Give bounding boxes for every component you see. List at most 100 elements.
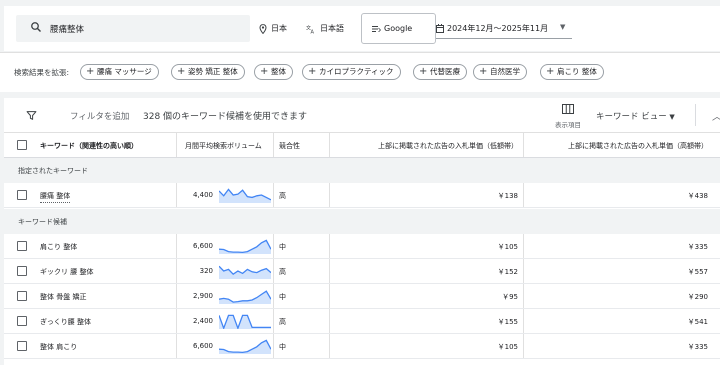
bid-high-value: ￥335 <box>687 343 708 351</box>
keyword-row[interactable]: ぎっくり腰 整体 2,400 高 ￥155 ￥541 <box>4 309 720 334</box>
row-checkbox[interactable] <box>17 341 27 351</box>
column-divider <box>176 309 177 333</box>
column-divider <box>523 284 524 308</box>
chip-label: 肩こり 整体 <box>557 67 597 76</box>
keyword-text: 整体 肩こり <box>40 343 78 351</box>
trend-chart <box>218 263 272 281</box>
bid-low-value: ￥95 <box>502 293 518 301</box>
group-header-specified: 指定されたキーワード <box>4 158 720 183</box>
column-divider <box>273 183 274 207</box>
keyword-search-input[interactable]: 腰痛整体 <box>16 15 250 42</box>
date-range-selector[interactable]: 2024年12月〜2025年11月 <box>436 23 548 34</box>
chip-label: 腰痛 マッサージ <box>97 67 152 76</box>
search-volume: 2,400 <box>192 317 213 325</box>
search-volume: 4,400 <box>192 191 213 199</box>
expand-chip[interactable]: + カイロプラクティック <box>302 64 401 80</box>
expand-chip[interactable]: + 腰痛 マッサージ <box>80 64 159 80</box>
row-checkbox[interactable] <box>17 266 27 276</box>
columns-icon <box>562 104 574 114</box>
dropdown-arrow-icon[interactable]: ▼ <box>560 23 565 31</box>
column-divider <box>523 259 524 283</box>
expand-chip[interactable]: + 自然医学 <box>473 64 527 80</box>
keyword-row[interactable]: 肩こり 整体 6,600 中 ￥105 ￥335 <box>4 234 720 259</box>
network-label: Google <box>384 24 413 33</box>
keyword-text: 整体 骨盤 矯正 <box>40 293 87 301</box>
filter-icon[interactable] <box>26 110 37 123</box>
location-selector[interactable]: 日本 <box>259 23 287 34</box>
bid-high-value: ￥541 <box>687 318 708 326</box>
search-network-selector[interactable]: Google <box>361 13 436 44</box>
column-divider <box>329 234 330 258</box>
view-label: キーワード ビュー <box>596 112 667 122</box>
search-volume: 320 <box>199 267 213 275</box>
keyword-text: ぎっくり腰 整体 <box>40 318 91 326</box>
keyword-row[interactable]: 整体 肩こり 6,600 中 ￥105 ￥335 <box>4 334 720 359</box>
chip-label: 姿勢 矯正 整体 <box>188 67 238 76</box>
competition-level: 高 <box>279 192 286 200</box>
expand-chip[interactable]: + 整体 <box>254 64 293 80</box>
collapse-icon[interactable]: ︿ <box>712 108 720 123</box>
table-header: キーワード（関連性の高い順） 月間平均検索ボリューム 競合性 上部に掲載された広… <box>4 133 720 158</box>
expand-chip[interactable]: + 肩こり 整体 <box>540 64 604 80</box>
translate-icon: 文A <box>306 24 315 35</box>
columns-button[interactable]: 表示項目 <box>550 104 586 129</box>
column-header-keyword[interactable]: キーワード（関連性の高い順） <box>40 141 138 151</box>
keyword-view-selector[interactable]: キーワード ビュー ▼ <box>596 110 675 122</box>
bid-low-value: ￥138 <box>497 192 518 200</box>
chip-label: 代替医療 <box>430 67 460 76</box>
group-label: キーワード候補 <box>18 218 67 226</box>
column-header-bid-high[interactable]: 上部に掲載された広告の入札単価（高額帯） <box>568 141 708 151</box>
expand-chip[interactable]: + 代替医療 <box>413 64 467 80</box>
keyword-row[interactable]: ギックリ 腰 整体 320 高 ￥152 ￥557 <box>4 259 720 284</box>
row-checkbox[interactable] <box>17 190 27 200</box>
column-divider <box>523 234 524 258</box>
search-volume: 6,600 <box>192 242 213 250</box>
trend-sparkline <box>218 265 272 279</box>
group-label: 指定されたキーワード <box>18 167 88 175</box>
view-dropdown-arrow-icon: ▼ <box>669 113 675 121</box>
trend-chart <box>218 238 272 256</box>
bid-high-value: ￥438 <box>687 192 708 200</box>
row-checkbox[interactable] <box>17 241 27 251</box>
trend-chart <box>218 338 272 356</box>
column-header-competition[interactable]: 競合性 <box>279 141 300 151</box>
competition-level: 高 <box>279 318 286 326</box>
select-all-checkbox[interactable] <box>17 140 27 150</box>
column-header-volume[interactable]: 月間平均検索ボリューム <box>185 141 262 151</box>
top-filter-bar: 腰痛整体 日本 文 A 日本語 Google 2024年12月〜2025年11月 ▼ <box>4 6 720 51</box>
plus-icon: + <box>260 66 269 77</box>
calendar-icon <box>436 24 444 33</box>
network-icon <box>372 26 382 33</box>
row-checkbox[interactable] <box>17 316 27 326</box>
keyword-text: 腰痛 整体 <box>40 191 71 203</box>
trend-sparkline <box>218 339 272 354</box>
column-divider <box>329 133 330 157</box>
bid-high-value: ￥290 <box>687 293 708 301</box>
toolbar-divider <box>695 104 696 126</box>
chip-label: 整体 <box>271 67 286 76</box>
column-divider <box>176 259 177 283</box>
bid-high-value: ￥335 <box>687 243 708 251</box>
competition-level: 高 <box>279 268 286 276</box>
column-divider <box>273 309 274 333</box>
keyword-row[interactable]: 整体 骨盤 矯正 2,900 中 ￥95 ￥290 <box>4 284 720 309</box>
column-divider <box>523 334 524 358</box>
plus-icon: + <box>546 66 555 77</box>
column-divider <box>273 259 274 283</box>
column-header-bid-low[interactable]: 上部に掲載された広告の入札単価（低額帯） <box>378 141 518 151</box>
plus-icon: + <box>86 66 95 77</box>
trend-chart <box>218 187 272 205</box>
trend-sparkline <box>218 188 272 203</box>
keyword-row[interactable]: 腰痛 整体 4,400 高 ￥138 ￥438 <box>4 183 720 208</box>
chip-label: 自然医学 <box>490 67 520 76</box>
competition-level: 中 <box>279 243 286 251</box>
language-selector[interactable]: 文 A 日本語 <box>306 23 344 35</box>
expand-results-bar: 検索結果を拡張: + 腰痛 マッサージ + 姿勢 矯正 整体 + 整体 + カイロプラク… <box>0 52 720 92</box>
add-filter-button[interactable]: フィルタを追加 <box>70 110 129 122</box>
keyword-text: ギックリ 腰 整体 <box>40 268 94 276</box>
competition-level: 中 <box>279 343 286 351</box>
row-checkbox[interactable] <box>17 291 27 301</box>
expand-chip[interactable]: + 姿勢 矯正 整体 <box>171 64 245 80</box>
plus-icon: + <box>177 66 186 77</box>
columns-label: 表示項目 <box>555 121 581 129</box>
